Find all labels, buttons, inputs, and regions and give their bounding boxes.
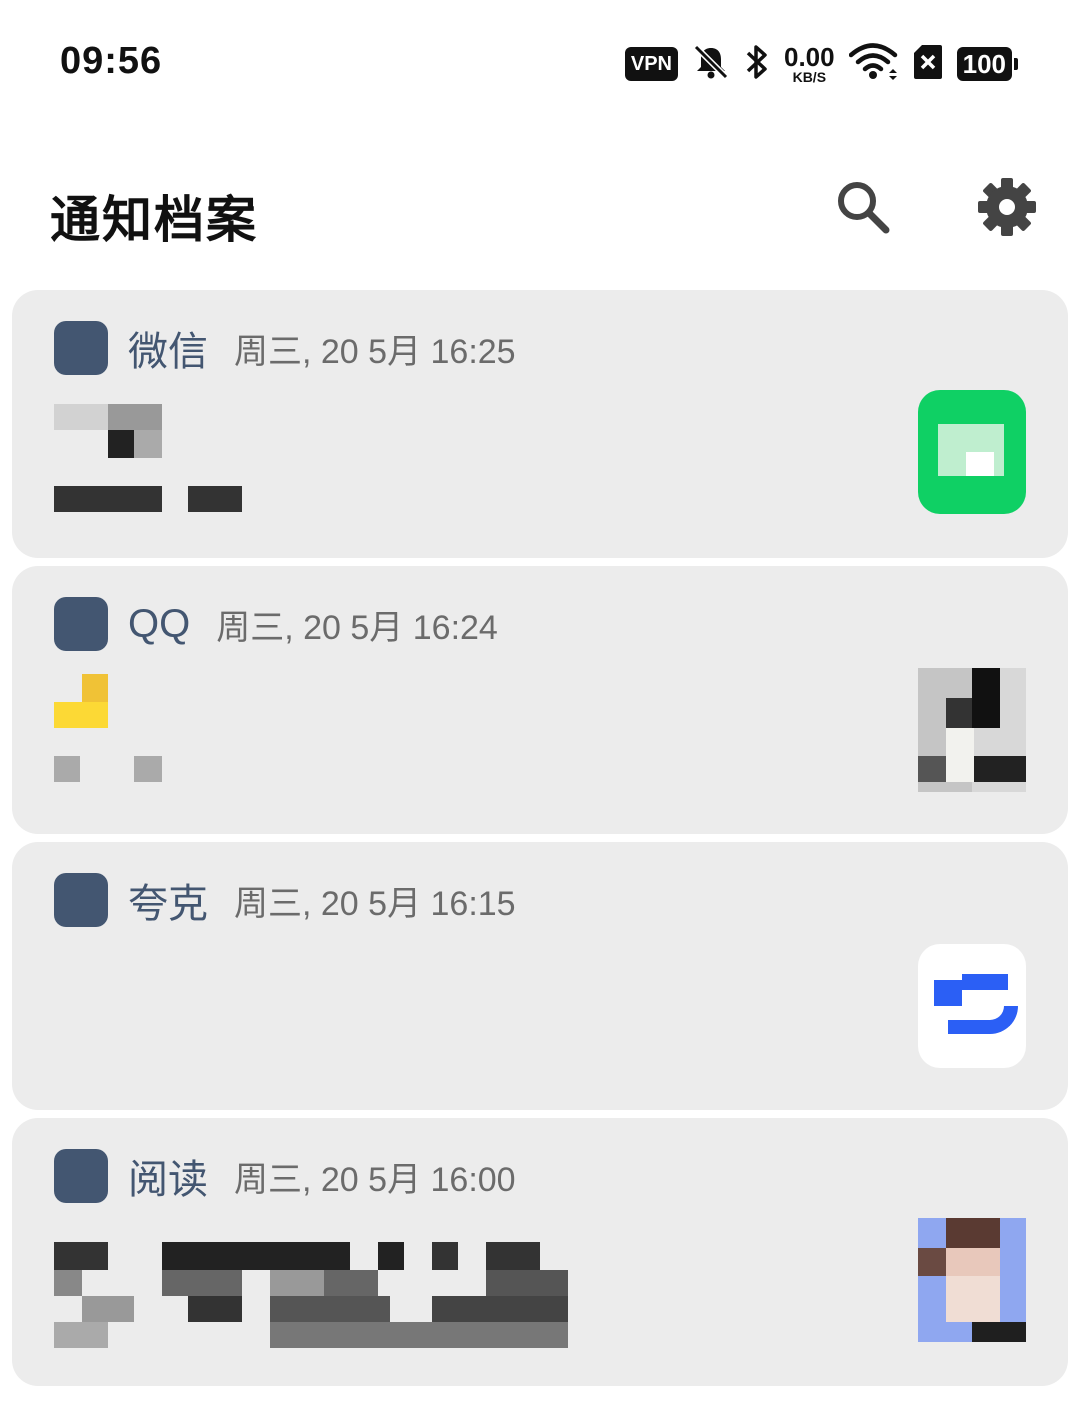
app-name: 夸克 [128, 882, 208, 926]
notification-card-reader[interactable]: 阅读 周三, 20 5月 16:00 [12, 1118, 1068, 1386]
notification-time: 周三, 20 5月 16:24 [216, 608, 498, 647]
mute-bell-icon [692, 43, 730, 86]
notification-card-wechat[interactable]: 微信 周三, 20 5月 16:25 [12, 290, 1068, 558]
net-speed: 0.00 KB/S [784, 44, 835, 84]
gear-icon [978, 178, 1036, 236]
clock: 09:56 [60, 40, 163, 82]
notification-thumbnail [918, 1218, 1026, 1342]
settings-button[interactable] [972, 172, 1042, 242]
status-icons: VPN 0.00 KB/S 100 [624, 42, 1019, 87]
notification-card-qq[interactable]: QQ 周三, 20 5月 16:24 [12, 566, 1068, 834]
notification-thumbnail [918, 944, 1026, 1068]
notification-time: 周三, 20 5月 16:15 [234, 884, 516, 923]
search-button[interactable] [828, 172, 898, 242]
card-header: 夸克 周三, 20 5月 16:15 [54, 872, 516, 928]
app-name: 阅读 [128, 1158, 208, 1202]
notification-time: 周三, 20 5月 16:25 [234, 332, 516, 371]
no-sim-icon [913, 43, 943, 86]
notification-thumbnail [918, 668, 1026, 792]
bluetooth-icon [744, 42, 770, 87]
card-header: QQ 周三, 20 5月 16:24 [54, 596, 498, 652]
page-title: 通知档案 [50, 192, 258, 248]
net-speed-unit: KB/S [792, 69, 827, 85]
notification-thumbnail [918, 390, 1026, 514]
vpn-icon: VPN [624, 47, 678, 81]
notification-card-quark[interactable]: 夸克 周三, 20 5月 16:15 [12, 842, 1068, 1110]
battery-icon: 100 [956, 47, 1019, 81]
app-icon [54, 597, 108, 651]
app-header: 通知档案 [0, 160, 1080, 260]
card-header: 微信 周三, 20 5月 16:25 [54, 320, 516, 376]
card-header: 阅读 周三, 20 5月 16:00 [54, 1148, 516, 1204]
notification-time: 周三, 20 5月 16:00 [234, 1160, 516, 1199]
app-name: 微信 [128, 330, 208, 374]
net-speed-value: 0.00 [784, 42, 835, 72]
app-icon [54, 1149, 108, 1203]
app-name: QQ [128, 601, 191, 646]
app-icon [54, 321, 108, 375]
status-bar: 09:56 VPN 0.00 KB/S 100 [0, 0, 1080, 120]
app-icon [54, 873, 108, 927]
search-icon [838, 182, 890, 234]
wifi-icon [848, 42, 899, 87]
